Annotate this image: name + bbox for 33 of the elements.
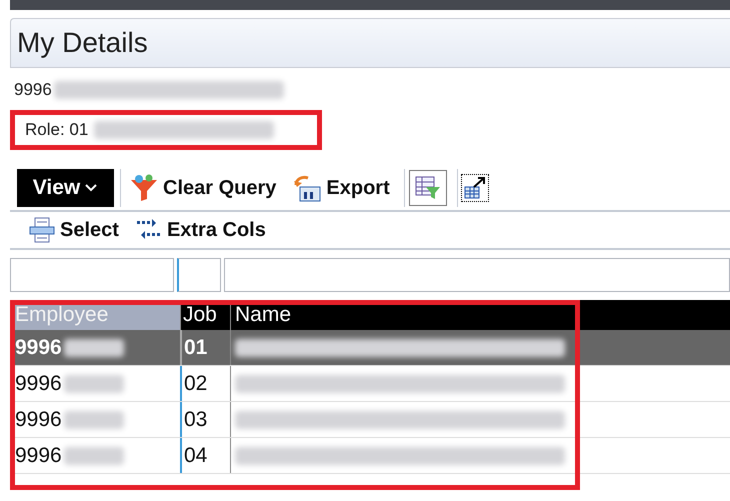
filter-field[interactable] [224,258,730,292]
redacted-text [64,410,124,428]
table-cell: 03 [184,408,208,432]
filter-field[interactable] [10,258,174,292]
role-label: Role: 01 [25,120,88,140]
select-button[interactable]: Select [20,211,127,249]
table-cell: 9996 [15,444,62,468]
table-filter-icon [408,170,447,206]
view-menu-button[interactable]: View [17,169,114,207]
employee-id: 9996 [14,80,52,100]
table-chart-button[interactable] [456,169,492,207]
table-row[interactable]: 9996 04 [10,438,730,474]
redacted-text [64,338,124,356]
table-cell: 04 [184,444,208,468]
redacted-text [64,374,124,392]
table-cell: 9996 [15,408,62,432]
table-cell: 9996 [15,336,62,360]
redacted-text [64,446,124,464]
table-cell: 01 [184,336,208,360]
page-title: My Details [17,27,148,59]
export-icon [292,173,322,203]
filter-field[interactable] [177,258,221,292]
table-cell: 9996 [15,372,62,396]
table-arrow-icon [462,175,488,201]
caret-icon [84,183,98,193]
table-row[interactable]: 9996 03 [10,402,730,438]
export-button[interactable]: Export [284,169,398,207]
table-row[interactable]: 9996 02 [10,366,730,402]
extra-cols-button[interactable]: Extra Cols [126,211,274,249]
clear-query-button[interactable]: Clear Query [120,169,284,207]
funnel-icon [129,174,159,202]
table-cell: 02 [184,372,208,396]
printer-icon [28,216,56,244]
